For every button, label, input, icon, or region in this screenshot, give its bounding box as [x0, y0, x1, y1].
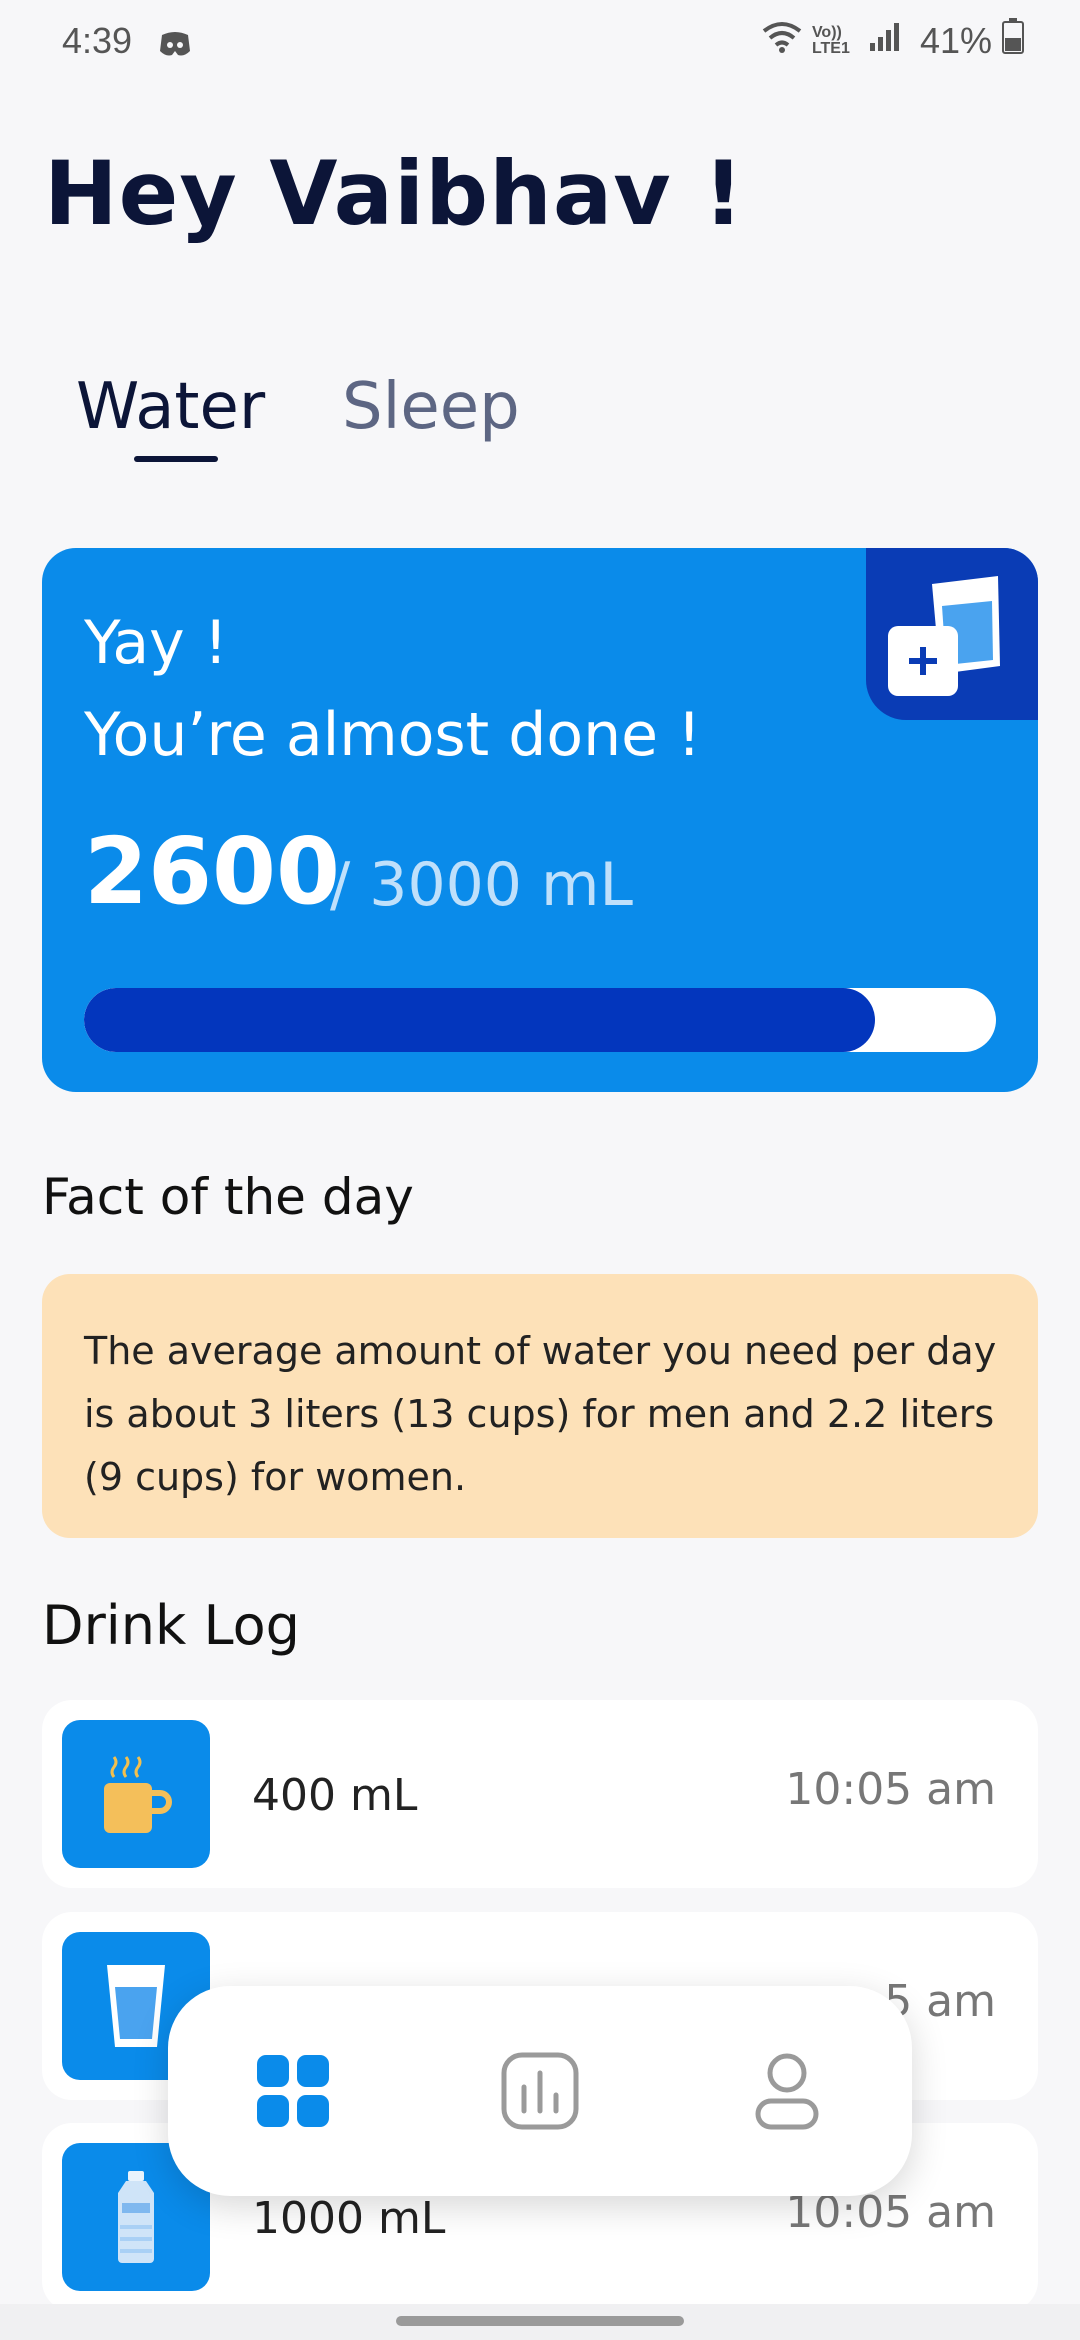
card-subheadline: You’re almost done ! [84, 700, 702, 770]
goal-amount: / 3000 mL [330, 850, 633, 920]
nav-profile[interactable] [734, 2038, 840, 2144]
tab-water[interactable]: Water [76, 370, 265, 444]
add-water-icon [888, 576, 1000, 696]
log-amount: 400 mL [252, 1770, 418, 1821]
progress-bar [84, 988, 996, 1052]
status-time: 4:39 [62, 20, 133, 61]
log-time: 10:05 am [785, 1764, 996, 1815]
water-progress-card: Yay ! You’re almost done ! 2600 / 3000 m… [42, 548, 1038, 1092]
drink-log-item[interactable]: 400 mL 10:05 am [42, 1700, 1038, 1888]
active-tab-indicator [134, 456, 218, 462]
nav-dashboard[interactable] [240, 2038, 346, 2144]
greeting-title: Hey Vaibhav ! [44, 142, 745, 245]
fact-heading: Fact of the day [42, 1168, 414, 1226]
tab-sleep[interactable]: Sleep [342, 370, 520, 444]
fact-text: The average amount of water you need per… [84, 1329, 997, 1499]
stats-icon [501, 2052, 579, 2130]
discord-icon [158, 26, 192, 68]
drink-log-heading: Drink Log [42, 1594, 300, 1657]
fact-card: The average amount of water you need per… [42, 1274, 1038, 1538]
bottom-navigation [168, 1986, 912, 2196]
profile-icon [755, 2053, 819, 2130]
progress-bar-fill [84, 988, 875, 1052]
log-amount: 1000 mL [252, 2193, 446, 2244]
status-icons: Vo)) LTE1 41% [762, 18, 1024, 63]
signal-icon [868, 20, 902, 62]
nav-stats[interactable] [487, 2038, 593, 2144]
status-bar: 4:39 Vo)) LTE1 41% [0, 0, 1080, 84]
battery-icon [1002, 18, 1024, 63]
dashboard-icon [257, 2055, 329, 2127]
wifi-icon [762, 20, 802, 62]
coffee-mug-icon [62, 1720, 210, 1868]
add-drink-button[interactable] [866, 548, 1038, 720]
battery-percent: 41% [919, 19, 992, 61]
card-headline: Yay ! [84, 608, 228, 678]
app-screen: 4:39 Vo)) LTE1 41% Hey Vaibhav ! Water S… [0, 0, 1080, 2340]
network-type-label: Vo)) LTE1 [811, 23, 850, 57]
current-amount: 2600 [84, 818, 341, 925]
home-gesture-handle[interactable] [396, 2316, 684, 2326]
